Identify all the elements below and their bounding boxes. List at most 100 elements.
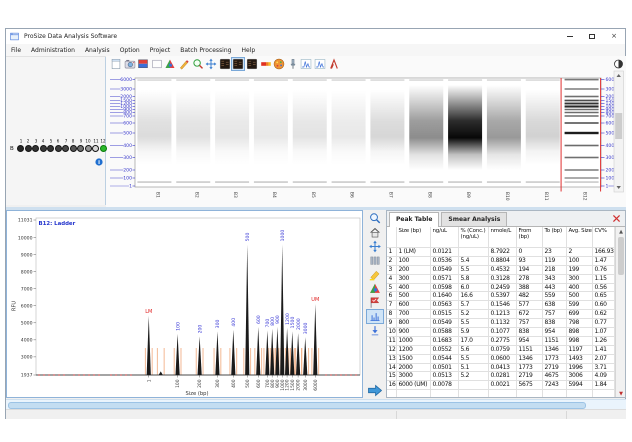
info-icon[interactable]: i bbox=[95, 158, 102, 165]
well-B3[interactable] bbox=[32, 145, 39, 152]
table-row[interactable]: 166000 (UM)0.00780.00215675724359941.84 bbox=[387, 381, 616, 390]
table-row[interactable]: 98000.05495.50.11327578387980.77 bbox=[387, 319, 616, 328]
table-row[interactable]: 76000.05635.70.15465776385990.60 bbox=[387, 301, 616, 310]
zoom-icon[interactable] bbox=[367, 212, 383, 225]
clear-selection-icon[interactable] bbox=[151, 58, 163, 70]
gel-smear bbox=[215, 90, 249, 165]
table-cell: 0.2775 bbox=[489, 337, 517, 345]
well-B6[interactable] bbox=[55, 145, 62, 152]
trace-view-icon[interactable] bbox=[300, 58, 312, 70]
gel-lane-B8[interactable]: B8 bbox=[409, 79, 443, 199]
highlighter-icon[interactable] bbox=[367, 268, 383, 281]
table-cell: 5675 bbox=[517, 381, 543, 389]
table-row[interactable]: 109000.05885.90.10778389548981.07 bbox=[387, 328, 616, 337]
table-cell: 0.0536 bbox=[431, 257, 459, 265]
maximize-button[interactable] bbox=[581, 29, 603, 44]
menu-project[interactable]: Project bbox=[145, 44, 176, 57]
table-options-icon[interactable] bbox=[611, 213, 622, 224]
table-cell: 4.09 bbox=[593, 372, 615, 380]
lane-columns-icon[interactable] bbox=[367, 254, 383, 267]
table-cell: 998 bbox=[567, 337, 593, 345]
menu-batch-processing[interactable]: Batch Processing bbox=[175, 44, 236, 57]
tab-peak-table[interactable]: Peak Table bbox=[389, 212, 439, 227]
gel-lane-B3[interactable]: B3 bbox=[215, 79, 249, 199]
table-row[interactable]: 1110000.168317.00.277595411519981.26 bbox=[387, 337, 616, 346]
find-bands-icon[interactable] bbox=[192, 58, 204, 70]
tab-smear-analysis[interactable]: Smear Analysis bbox=[441, 212, 507, 226]
table-row[interactable]: 43000.05715.80.31282783433001.15 bbox=[387, 275, 616, 284]
table-row[interactable]: 1530000.05135.20.02812719467530064.09 bbox=[387, 372, 616, 381]
table-cell: 2 bbox=[567, 248, 593, 256]
table-row[interactable]: 1212000.05525.60.07591151134611971.41 bbox=[387, 346, 616, 355]
menu-help[interactable]: Help bbox=[236, 44, 260, 57]
plate-column-label: 10 bbox=[85, 139, 92, 144]
table-row[interactable]: 32000.05495.50.45321942181990.76 bbox=[387, 266, 616, 275]
gel-lane-B10[interactable]: B10 bbox=[487, 79, 521, 201]
trace-overlay-icon[interactable] bbox=[314, 58, 326, 70]
color-palette-icon[interactable] bbox=[273, 58, 285, 70]
snapshot-icon[interactable] bbox=[124, 58, 136, 70]
table-row[interactable]: 21000.05365.40.8804931191001.47 bbox=[387, 257, 616, 266]
gel-lane-B9[interactable]: B9 bbox=[448, 79, 482, 199]
gel-lane-B2[interactable]: B2 bbox=[176, 79, 210, 199]
well-B12[interactable] bbox=[100, 145, 107, 152]
table-row[interactable]: 87000.05155.20.12136727576990.62 bbox=[387, 310, 616, 319]
well-B1[interactable] bbox=[17, 145, 24, 152]
table-row[interactable]: 54000.05986.00.24593884434000.56 bbox=[387, 284, 616, 293]
contrast-high-icon[interactable] bbox=[246, 58, 258, 70]
marker-range-icon[interactable] bbox=[137, 58, 149, 70]
table-row[interactable]: 1420000.05015.10.04131773271919963.71 bbox=[387, 364, 616, 373]
well-B7[interactable] bbox=[62, 145, 69, 152]
copy-gel-icon[interactable] bbox=[110, 58, 122, 70]
gel-lane-B7[interactable]: B7 bbox=[370, 79, 404, 199]
peak-view-icon[interactable] bbox=[367, 310, 383, 323]
contrast-low-icon[interactable] bbox=[219, 58, 231, 70]
minimize-button[interactable] bbox=[559, 29, 581, 44]
marker-flag-icon[interactable] bbox=[367, 296, 383, 309]
scroll-up-icon[interactable]: ▲ bbox=[616, 227, 626, 236]
overlay-chart-icon[interactable] bbox=[367, 282, 383, 295]
well-B10[interactable] bbox=[85, 145, 92, 152]
menu-administration[interactable]: Administration bbox=[26, 44, 80, 57]
well-B11[interactable] bbox=[92, 145, 99, 152]
ladder-view-icon[interactable] bbox=[328, 58, 340, 70]
scrollbar-thumb[interactable] bbox=[618, 237, 625, 275]
menu-option[interactable]: Option bbox=[115, 44, 145, 57]
well-B5[interactable] bbox=[47, 145, 54, 152]
gel-lane-B4[interactable]: B4 bbox=[254, 79, 288, 199]
table-scrollbar[interactable]: ▲ ▼ bbox=[615, 227, 625, 398]
baseline-icon[interactable] bbox=[367, 324, 383, 337]
well-B2[interactable] bbox=[25, 145, 32, 152]
horizontal-scrollbar[interactable] bbox=[6, 399, 626, 409]
horizontal-scrollbar-thumb[interactable] bbox=[8, 402, 586, 409]
pan-gel-icon[interactable] bbox=[205, 58, 217, 70]
ladder-band-500 bbox=[565, 132, 599, 134]
well-B4[interactable] bbox=[40, 145, 47, 152]
gel-lane-B12[interactable]: B12 bbox=[565, 79, 599, 201]
pan-icon[interactable] bbox=[367, 240, 383, 253]
analysis-table-panel: Peak TableSmear Analysis Size (bp)ng/uL%… bbox=[386, 210, 626, 398]
next-well-arrow-icon[interactable] bbox=[366, 384, 384, 397]
gel-lane-B11[interactable]: B11 bbox=[526, 79, 560, 201]
overlay-chart-icon[interactable] bbox=[164, 58, 176, 70]
scroll-down-icon[interactable]: ▼ bbox=[616, 389, 626, 398]
gel-scrollbar[interactable] bbox=[614, 60, 624, 192]
well-B9[interactable] bbox=[77, 145, 84, 152]
menu-file[interactable]: File bbox=[6, 44, 26, 57]
table-row[interactable]: 11 (LM)0.01218.79220232166.93 bbox=[387, 248, 616, 257]
heat-scale-icon[interactable] bbox=[260, 58, 272, 70]
home-view-icon[interactable] bbox=[367, 226, 383, 239]
scrollbar-thumb[interactable] bbox=[615, 113, 622, 139]
gel-lane-B6[interactable]: B6 bbox=[332, 79, 366, 199]
menu-analysis[interactable]: Analysis bbox=[80, 44, 115, 57]
gel-lane-B5[interactable]: B5 bbox=[293, 79, 327, 199]
table-row[interactable]: 65000.164016.60.53974825595000.65 bbox=[387, 292, 616, 301]
close-button[interactable]: × bbox=[603, 29, 625, 44]
gel-lane-label: B4 bbox=[271, 192, 277, 198]
well-B8[interactable] bbox=[70, 145, 77, 152]
table-row[interactable]: 1315000.05445.50.06001346177314932.07 bbox=[387, 355, 616, 364]
annotate-pen-icon[interactable] bbox=[178, 58, 190, 70]
contrast-mid-icon[interactable] bbox=[232, 58, 244, 70]
pin-lane-icon[interactable] bbox=[287, 58, 299, 70]
gel-lane-B1[interactable]: B1 bbox=[137, 79, 171, 199]
